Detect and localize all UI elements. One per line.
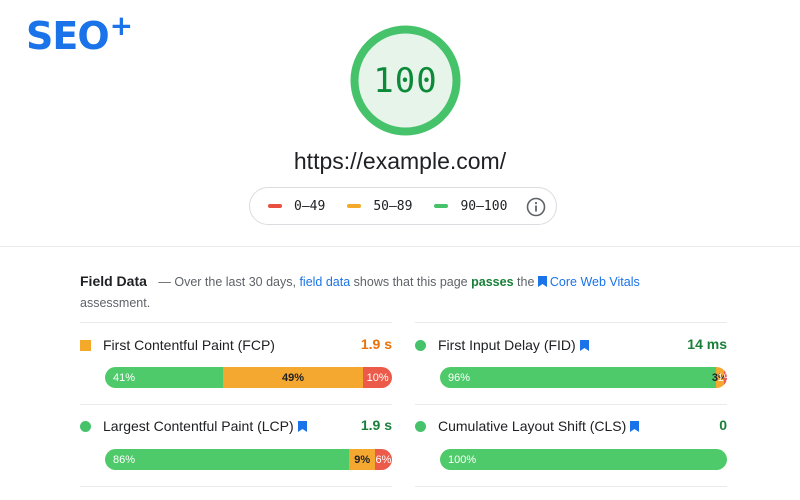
metric-lcp: Largest Contentful Paint (LCP) 1.9 s 86%…	[80, 415, 392, 470]
segment-good: 41%	[105, 367, 223, 388]
good-circle-icon	[415, 339, 426, 351]
row-separator	[80, 404, 392, 405]
field-data-text-3: the	[517, 275, 535, 289]
bookmark-icon	[579, 339, 589, 351]
metric-cls: Cumulative Layout Shift (CLS) 0 100%	[415, 415, 727, 470]
legend-swatch-good	[434, 204, 449, 208]
segment-poor: 6%	[374, 449, 392, 470]
metric-name: Largest Contentful Paint (LCP)	[103, 418, 294, 434]
distribution-bar: 86% 9% 6%	[105, 449, 392, 470]
legend-item-average: 50–89	[347, 199, 412, 214]
segment-good: 86%	[105, 449, 350, 470]
core-web-vitals-label: Core Web Vitals	[549, 275, 640, 289]
row-separator	[415, 322, 727, 323]
passes-status: passes	[471, 275, 514, 289]
seo-plus-logo: SEO +	[26, 9, 134, 59]
segment-good: 96%	[440, 367, 716, 388]
distribution-bar: 100%	[440, 449, 727, 470]
field-data-text-1: Over the last 30 days,	[174, 275, 296, 289]
row-separator	[80, 322, 392, 323]
metric-value: 1.9 s	[360, 417, 392, 433]
legend-label-poor: 0–49	[294, 198, 326, 214]
legend-swatch-average	[347, 204, 362, 208]
metric-value: 14 ms	[687, 336, 727, 352]
metric-name: First Contentful Paint (FCP)	[103, 337, 275, 353]
field-data-header: Field Data — Over the last 30 days, fiel…	[80, 271, 700, 314]
field-data-link[interactable]: field data	[299, 275, 350, 289]
metric-fcp: First Contentful Paint (FCP) 1.9 s 41% 4…	[80, 334, 392, 388]
segment-good: 100%	[440, 449, 727, 470]
report-url: https://example.com/	[293, 148, 507, 174]
distribution-bar: 41% 49% 10%	[105, 367, 392, 388]
row-separator	[415, 404, 727, 405]
metric-value: 0	[719, 417, 727, 433]
segment-poor: 10%	[363, 367, 392, 388]
segment-needs-improvement: 9%	[349, 449, 375, 470]
info-icon[interactable]	[526, 197, 546, 217]
segment-needs-improvement: 49%	[222, 367, 364, 388]
section-divider	[0, 246, 800, 247]
legend-label-average: 50–89	[373, 198, 413, 214]
good-circle-icon	[80, 420, 91, 432]
distribution-bar: 96% 3% 1%	[440, 367, 727, 388]
score-legend: 0–49 50–89 90–100	[249, 187, 557, 225]
legend-label-good: 90–100	[460, 198, 508, 214]
field-data-dash: —	[158, 275, 171, 289]
bookmark-icon	[630, 420, 640, 432]
metric-name: First Input Delay (FID)	[438, 337, 576, 353]
metric-fid: First Input Delay (FID) 14 ms 96% 3% 1%	[415, 334, 727, 388]
good-circle-icon	[415, 420, 426, 432]
legend-item-good: 90–100	[434, 199, 507, 214]
average-square-icon	[80, 339, 91, 351]
metric-name: Cumulative Layout Shift (CLS)	[438, 418, 627, 434]
logo-text: SEO	[26, 14, 110, 58]
logo-plus: +	[109, 9, 134, 42]
field-data-text-4: assessment.	[80, 296, 151, 310]
performance-score-gauge: 100	[348, 23, 463, 138]
performance-score: 100	[373, 60, 438, 101]
legend-item-poor: 0–49	[268, 199, 325, 214]
field-data-text-2: shows that this page	[353, 275, 468, 289]
bookmark-icon	[297, 420, 307, 432]
row-separator	[415, 486, 727, 487]
bookmark-icon	[537, 276, 547, 287]
segment-poor: 1%	[718, 367, 727, 388]
metric-value: 1.9 s	[360, 336, 392, 352]
legend-swatch-poor	[268, 204, 282, 208]
core-web-vitals-link[interactable]: Core Web Vitals	[537, 275, 640, 289]
field-data-title: Field Data	[80, 273, 147, 289]
row-separator	[80, 486, 392, 487]
